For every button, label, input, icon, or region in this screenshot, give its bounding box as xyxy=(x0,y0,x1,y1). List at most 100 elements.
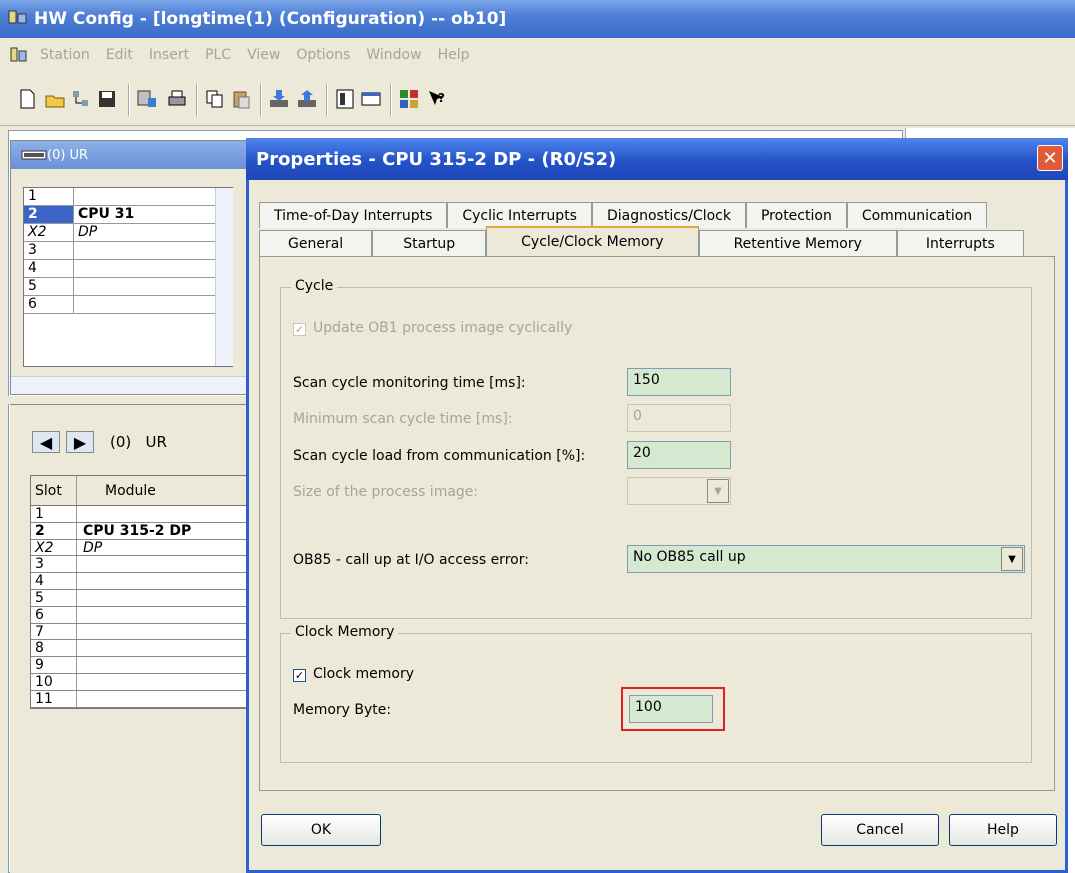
splitter[interactable] xyxy=(8,396,248,404)
new-icon[interactable] xyxy=(16,88,38,110)
paste-icon[interactable] xyxy=(230,88,252,110)
table-row[interactable]: 4 xyxy=(31,573,249,590)
detail-view: ◀ ▶ (0) UR Slot Module 1 2 CPU 315-2 DP X… xyxy=(10,404,250,873)
table-row[interactable]: 9 xyxy=(31,657,249,674)
rack-row[interactable]: 6 xyxy=(24,296,232,314)
properties-dialog: Properties - CPU 315-2 DP - (R0/S2) ✕ Ti… xyxy=(246,138,1068,873)
window-title: HW Config - [longtime(1) (Configuration)… xyxy=(34,9,507,29)
ok-button[interactable]: OK xyxy=(261,814,381,846)
toolbar-separator xyxy=(196,84,198,116)
close-icon[interactable]: ✕ xyxy=(1037,145,1063,171)
menu-station[interactable]: Station xyxy=(32,47,98,63)
tab-diagnostics-clock[interactable]: Diagnostics/Clock xyxy=(591,202,746,228)
tab-row-1: Time-of-Day Interrupts Cyclic Interrupts… xyxy=(259,202,988,228)
update-ob1-checkbox[interactable]: ✓ xyxy=(293,323,306,336)
netpro-icon[interactable] xyxy=(398,88,420,110)
menu-plc[interactable]: PLC xyxy=(197,47,239,63)
back-arrow-icon[interactable]: ◀ xyxy=(32,431,60,453)
dialog-title: Properties - CPU 315-2 DP - (R0/S2) xyxy=(256,148,617,170)
scan-load-label: Scan cycle load from communication [%]: xyxy=(293,448,586,464)
tab-interrupts[interactable]: Interrupts xyxy=(896,230,1024,256)
tab-startup[interactable]: Startup xyxy=(372,230,487,256)
highlight-box xyxy=(621,687,725,731)
tab-protection[interactable]: Protection xyxy=(745,202,847,228)
ob85-value: No OB85 call up xyxy=(633,549,746,565)
rack-row-dp[interactable]: X2 DP xyxy=(24,224,232,242)
table-row-dp[interactable]: X2 DP xyxy=(31,539,249,557)
tab-cyclic-interrupts[interactable]: Cyclic Interrupts xyxy=(447,202,592,228)
rack-row[interactable]: 3 xyxy=(24,242,232,260)
min-scan-label: Minimum scan cycle time [ms]: xyxy=(293,411,513,427)
rack-horizontal-scrollbar[interactable] xyxy=(11,376,249,394)
table-row[interactable]: 5 xyxy=(31,589,249,607)
detail-table[interactable]: Slot Module 1 2 CPU 315-2 DP X2 DP 3 4 5 6… xyxy=(30,475,250,709)
upload-icon[interactable] xyxy=(296,88,318,110)
table-row[interactable]: 7 xyxy=(31,623,249,641)
table-row[interactable]: 11 xyxy=(31,690,249,708)
table-row-cpu[interactable]: 2 CPU 315-2 DP xyxy=(31,522,249,540)
forward-arrow-icon[interactable]: ▶ xyxy=(66,431,94,453)
download-icon[interactable] xyxy=(268,88,290,110)
chevron-down-icon[interactable]: ▼ xyxy=(1001,547,1023,571)
clock-memory-group-label: Clock Memory xyxy=(291,624,399,640)
scan-monitor-field[interactable]: 150 xyxy=(627,368,731,396)
table-row[interactable]: 8 xyxy=(31,640,249,658)
toolbar-separator xyxy=(326,84,328,116)
tab-communication[interactable]: Communication xyxy=(846,202,988,228)
open-icon[interactable] xyxy=(44,88,66,110)
menu-insert[interactable]: Insert xyxy=(141,47,197,63)
memory-byte-label: Memory Byte: xyxy=(293,702,392,718)
rack-window: (0) UR 1 2 CPU 31 X2 DP 3 4 5 6 xyxy=(10,140,250,395)
help-button[interactable]: Help xyxy=(949,814,1057,846)
cycle-group-label: Cycle xyxy=(291,278,338,294)
clock-memory-group: Clock Memory ✓ Clock memory Memory Byte:… xyxy=(280,624,1032,763)
tab-cycle-clock-memory[interactable]: Cycle/Clock Memory xyxy=(486,226,699,256)
rack-row[interactable]: 1 xyxy=(24,188,232,206)
detail-nav: ◀ ▶ (0) UR xyxy=(32,431,167,453)
menu-window[interactable]: Window xyxy=(358,47,429,63)
rack-icon xyxy=(21,150,47,160)
menu-view[interactable]: View xyxy=(239,47,288,63)
help-icon[interactable]: ? xyxy=(426,88,448,110)
table-row[interactable]: 10 xyxy=(31,673,249,691)
detail-rack-label: (0) UR xyxy=(110,433,167,451)
detail-table-header: Slot Module xyxy=(31,476,249,506)
rack-table[interactable]: 1 2 CPU 31 X2 DP 3 4 5 6 xyxy=(23,187,233,367)
network-icon[interactable] xyxy=(70,88,92,110)
table-row[interactable]: 3 xyxy=(31,556,249,574)
min-scan-field[interactable]: 0 xyxy=(627,404,731,432)
table-row[interactable]: 6 xyxy=(31,606,249,624)
tab-retentive-memory[interactable]: Retentive Memory xyxy=(698,230,897,256)
menu-bar: Station Edit Insert PLC View Options Win… xyxy=(0,38,1075,72)
print-icon[interactable] xyxy=(166,88,188,110)
clock-memory-checkbox[interactable]: ✓ xyxy=(293,669,306,682)
rack-row-cpu[interactable]: 2 CPU 31 xyxy=(24,206,232,224)
process-image-select[interactable]: ▼ xyxy=(627,477,731,505)
compile-icon[interactable] xyxy=(136,88,158,110)
toolbar-separator xyxy=(390,84,392,116)
process-image-label: Size of the process image: xyxy=(293,484,479,500)
toolbar-separator xyxy=(128,84,130,116)
ob85-select[interactable]: No OB85 call up ▼ xyxy=(627,545,1025,573)
menu-help[interactable]: Help xyxy=(430,47,478,63)
window-icon[interactable] xyxy=(360,88,382,110)
table-row[interactable]: 1 xyxy=(31,506,249,523)
rack-row[interactable]: 5 xyxy=(24,278,232,296)
menu-options[interactable]: Options xyxy=(288,47,358,63)
copy-icon[interactable] xyxy=(204,88,226,110)
col-module: Module xyxy=(105,482,156,499)
mdi-app-icon[interactable] xyxy=(10,47,28,63)
cancel-button[interactable]: Cancel xyxy=(821,814,939,846)
save-icon[interactable] xyxy=(96,88,118,110)
menu-edit[interactable]: Edit xyxy=(98,47,141,63)
col-slot: Slot xyxy=(31,476,77,505)
tab-time-of-day-interrupts[interactable]: Time-of-Day Interrupts xyxy=(259,202,448,228)
tab-general[interactable]: General xyxy=(259,230,373,256)
scan-load-field[interactable]: 20 xyxy=(627,441,731,469)
chevron-down-icon[interactable]: ▼ xyxy=(707,479,729,503)
rack-vertical-scrollbar[interactable] xyxy=(215,188,233,366)
catalog-icon[interactable] xyxy=(334,88,356,110)
rack-row[interactable]: 4 xyxy=(24,260,232,278)
tab-row-2: General Startup Cycle/Clock Memory Reten… xyxy=(259,226,1024,256)
toolbar-separator xyxy=(260,84,262,116)
